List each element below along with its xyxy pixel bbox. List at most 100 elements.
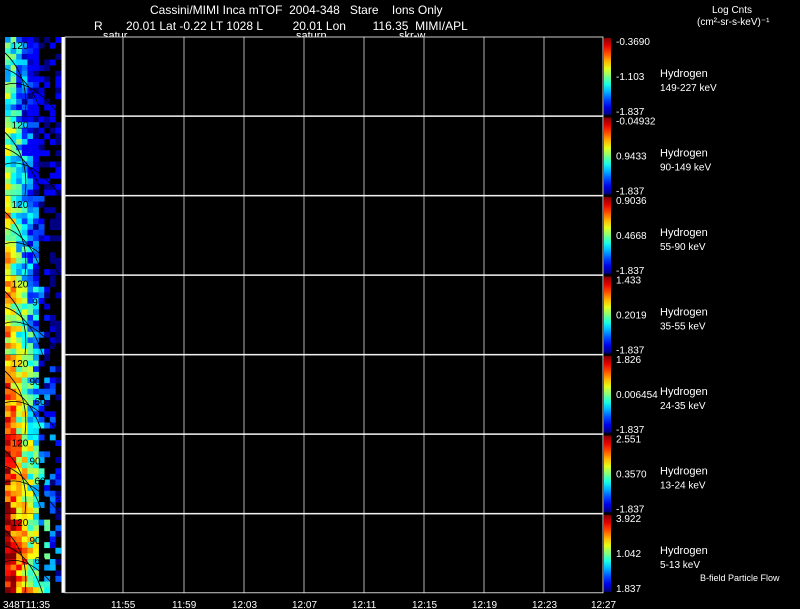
- ena-pixel: [27, 309, 34, 316]
- ena-pixel: [5, 76, 11, 83]
- ena-pixel: [10, 93, 17, 100]
- ena-pixel: [16, 133, 23, 140]
- ena-pixel: [49, 314, 56, 321]
- colorbar-max: -0.3690: [616, 37, 650, 48]
- contour-label: 90: [29, 457, 41, 468]
- ena-pixel: [33, 468, 39, 475]
- ena-pixel: [38, 150, 45, 157]
- energy-label: 13-24 keV: [660, 481, 706, 492]
- ena-pixel: [21, 542, 28, 549]
- ena-pixel: [10, 411, 17, 418]
- contour-label: 60: [34, 477, 46, 488]
- colorbar-mid: 0.4668: [616, 231, 647, 242]
- contour-label: 3: [55, 497, 61, 508]
- species-label: Hydrogen: [660, 68, 708, 80]
- ena-pixel: [21, 468, 28, 475]
- ena-pixel: [16, 536, 23, 543]
- ena-pixel: [5, 559, 11, 565]
- colorbar: [604, 435, 611, 513]
- ena-pixel: [10, 82, 17, 88]
- ena-pixel: [5, 553, 11, 560]
- ena-pixel: [5, 422, 11, 429]
- ena-pixel: [55, 82, 62, 88]
- ena-pixel: [10, 348, 17, 355]
- ena-pixel: [27, 502, 34, 508]
- ena-pixel: [5, 263, 11, 270]
- ena-pixel: [27, 547, 34, 554]
- ena-pixel: [33, 309, 39, 316]
- ena-pixel: [5, 473, 11, 480]
- ena-pixel: [49, 542, 56, 549]
- contour-label: 120: [12, 518, 29, 529]
- ena-pixel: [5, 235, 11, 242]
- ena-pixel: [10, 530, 17, 537]
- ena-pixel: [44, 490, 51, 497]
- ena-pixel: [16, 82, 23, 88]
- ena-pixel: [21, 133, 28, 140]
- ena-pixel: [38, 98, 45, 105]
- ena-pixel: [10, 241, 17, 247]
- ena-pixel: [55, 224, 62, 231]
- ena-pixel: [21, 70, 28, 77]
- ena-pixel: [21, 383, 28, 390]
- ena-pixel: [33, 53, 39, 60]
- ena-pixel: [55, 122, 62, 129]
- ena-pixel: [33, 320, 39, 327]
- ena-pixel: [49, 161, 56, 168]
- ena-pixel: [16, 343, 23, 349]
- ena-pixel: [55, 93, 62, 100]
- ena-pixel: [21, 530, 28, 537]
- energy-label: 149-227 keV: [660, 83, 717, 94]
- ena-pixel: [44, 525, 51, 532]
- ena-pixel: [33, 37, 39, 43]
- energy-label: 5-13 keV: [660, 560, 700, 571]
- ena-pixel: [5, 564, 11, 571]
- ena-pixel: [5, 547, 11, 554]
- ena-pixel: [49, 224, 56, 231]
- ena-pixel: [27, 269, 34, 276]
- ena-pixel: [27, 343, 34, 349]
- ena-pixel: [16, 331, 23, 338]
- ena-pixel: [33, 355, 39, 361]
- ena-pixel: [33, 547, 39, 554]
- ena-pixel: [10, 428, 17, 435]
- ena-pixel: [16, 400, 23, 406]
- ena-pixel: [27, 587, 34, 594]
- ena-pixel: [16, 98, 23, 105]
- ena-pixel: [21, 411, 28, 418]
- colorbar: [604, 356, 611, 433]
- ena-pixel: [49, 416, 56, 423]
- ena-pixel: [5, 377, 11, 384]
- ena-pixel: [27, 110, 34, 117]
- ena-pixel: [44, 587, 51, 594]
- ena-pixel: [38, 235, 45, 242]
- contour-label: 120: [12, 121, 29, 132]
- ena-pixel: [21, 229, 28, 236]
- ena-pixel: [27, 76, 34, 83]
- ena-pixel: [55, 547, 62, 554]
- ena-pixel: [38, 161, 45, 168]
- ena-pixel: [27, 70, 34, 77]
- ena-pixel: [49, 257, 56, 264]
- ena-pixel: [5, 411, 11, 418]
- ena-pixel: [27, 93, 34, 100]
- ena-pixel: [27, 348, 34, 355]
- ena-pixel: [27, 139, 34, 145]
- contour-label: 90: [29, 377, 41, 388]
- ena-pixel: [49, 473, 56, 480]
- spectrogram-panel: [64, 116, 604, 196]
- ena-pixel: [27, 172, 34, 179]
- ena-pixel: [55, 139, 62, 145]
- spectrogram-panel: [64, 195, 604, 276]
- ena-pixel: [27, 331, 34, 338]
- ena-pixel: [16, 490, 23, 497]
- species-label: Hydrogen: [660, 227, 708, 239]
- ena-pixel: [27, 394, 34, 401]
- ena-pixel: [16, 110, 23, 117]
- ena-pixel: [5, 587, 11, 594]
- x-tick-label: 12:11: [352, 600, 377, 609]
- ena-pixel: [33, 440, 39, 447]
- ena-pixel: [27, 581, 34, 588]
- ena-pixel: [33, 422, 39, 429]
- ena-pixel: [33, 507, 39, 514]
